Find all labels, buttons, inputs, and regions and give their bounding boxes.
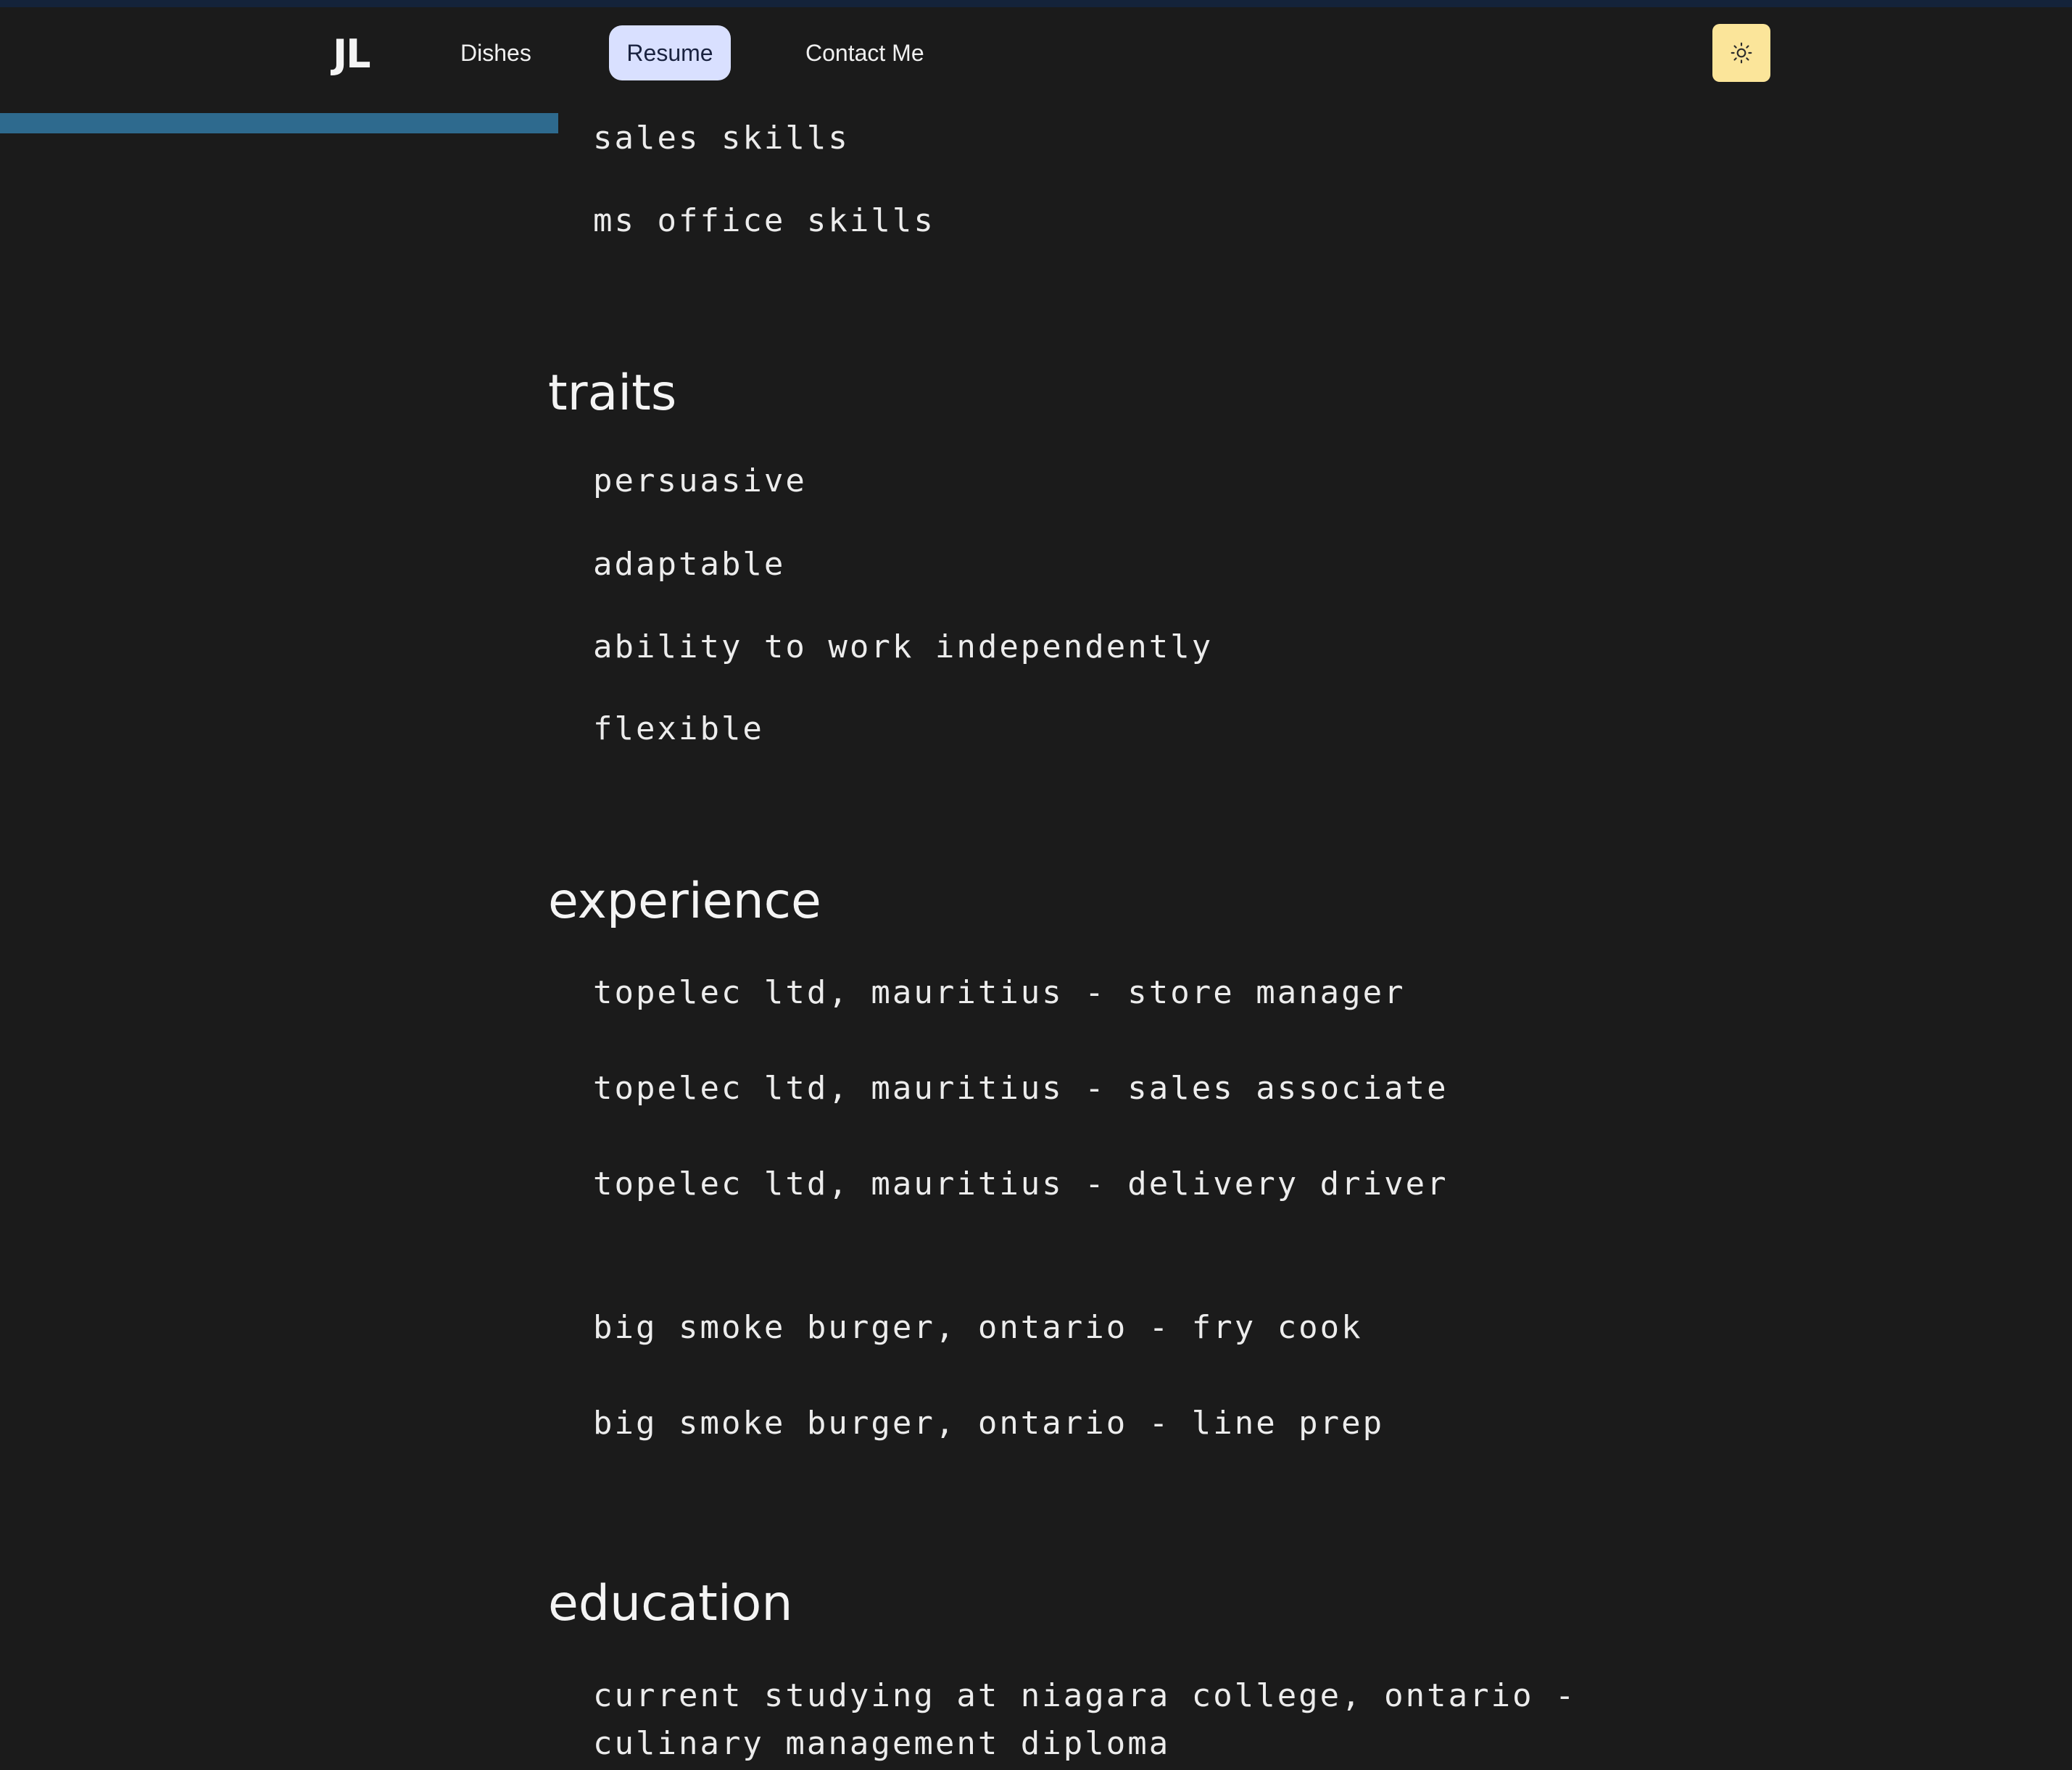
education-item: culinary management diploma bbox=[593, 1725, 1171, 1762]
trait-item: ability to work independently bbox=[593, 628, 1214, 665]
nav-link-dishes[interactable]: Dishes bbox=[460, 25, 531, 80]
navbar: JL Dishes Resume Contact Me bbox=[0, 7, 2072, 106]
trait-item: persuasive bbox=[593, 462, 807, 499]
skill-item: ms office skills bbox=[593, 202, 935, 239]
skill-item: sales skills bbox=[593, 120, 850, 157]
experience-item: topelec ltd, mauritius - sales associate bbox=[593, 1070, 1449, 1107]
education-item: current studying at niagara college, ont… bbox=[593, 1677, 1577, 1714]
resume-page: JL Dishes Resume Contact Me sales skills… bbox=[0, 0, 2072, 1770]
experience-item: topelec ltd, mauritius - store manager bbox=[593, 974, 1406, 1011]
nav-link-contact[interactable]: Contact Me bbox=[805, 25, 924, 80]
trait-item: adaptable bbox=[593, 546, 786, 583]
experience-item: topelec ltd, mauritius - delivery driver bbox=[593, 1166, 1449, 1202]
education-heading: education bbox=[548, 1575, 793, 1632]
sun-icon bbox=[1731, 42, 1752, 64]
brand-logo[interactable]: JL bbox=[333, 35, 370, 74]
nav-link-resume[interactable]: Resume bbox=[609, 25, 731, 80]
top-accent-stripe bbox=[0, 0, 2072, 7]
experience-item: big smoke burger, ontario - fry cook bbox=[593, 1309, 1363, 1346]
experience-heading: experience bbox=[548, 873, 821, 930]
experience-item: big smoke burger, ontario - line prep bbox=[593, 1405, 1385, 1442]
traits-heading: traits bbox=[548, 365, 677, 422]
theme-toggle-button[interactable] bbox=[1712, 24, 1770, 82]
trait-item: flexible bbox=[593, 710, 764, 747]
scroll-progress-bar bbox=[0, 113, 558, 133]
